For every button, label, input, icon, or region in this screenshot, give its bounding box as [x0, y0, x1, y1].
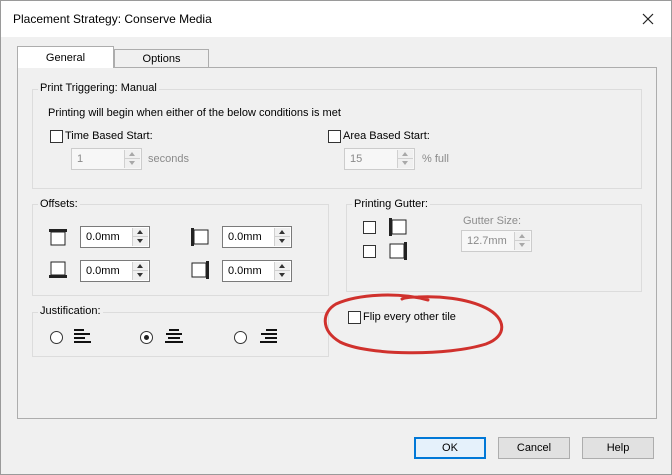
cancel-button-label: Cancel [516, 442, 552, 454]
time-based-start-label: Time Based Start: [65, 130, 153, 142]
offset-bottom-icon [49, 261, 67, 278]
right-gutter-checkbox[interactable] [363, 245, 376, 258]
gutter-size-decrement-button[interactable] [515, 241, 530, 250]
gutter-right-icon [389, 242, 407, 260]
offset-top-decrement-button[interactable] [133, 237, 148, 246]
ok-button[interactable]: OK [414, 437, 486, 459]
dialog-window: Placement Strategy: Conserve Media Gener… [0, 0, 672, 475]
offset-top-increment-button[interactable] [133, 228, 148, 237]
printing-gutter-label: Printing Gutter: [352, 198, 430, 210]
time-based-decrement-button[interactable] [125, 159, 140, 168]
justification-center-radio[interactable] [140, 331, 153, 344]
area-based-decrement-button[interactable] [398, 159, 413, 168]
offset-right-icon [191, 261, 209, 279]
offset-right-value: 0.0mm [228, 265, 262, 277]
offset-right-decrement-button[interactable] [275, 271, 290, 280]
offsets-group [32, 204, 329, 296]
time-based-start-unit: seconds [148, 153, 189, 165]
area-based-start-value: 15 [350, 153, 363, 165]
justification-right-radio[interactable] [234, 331, 247, 344]
offset-right-increment-button[interactable] [275, 262, 290, 271]
align-center-icon [165, 329, 183, 343]
offset-left-decrement-button[interactable] [275, 237, 290, 246]
tab-options[interactable]: Options [114, 49, 209, 68]
close-button[interactable] [625, 1, 671, 37]
offsets-label: Offsets: [38, 198, 80, 210]
close-icon [642, 13, 654, 25]
gutter-size-label: Gutter Size: [463, 215, 522, 227]
gutter-left-icon [389, 218, 407, 236]
align-right-icon [260, 329, 277, 343]
title-bar: Placement Strategy: Conserve Media [1, 1, 671, 37]
offset-bottom-value: 0.0mm [86, 265, 120, 277]
area-based-start-unit: % full [422, 153, 449, 165]
offset-right-stepper[interactable]: 0.0mm [222, 260, 292, 282]
time-based-start-stepper[interactable]: 1 [71, 148, 142, 170]
gutter-size-value: 12.7mm [467, 235, 507, 247]
cancel-button[interactable]: Cancel [498, 437, 570, 459]
time-based-start-value: 1 [77, 153, 84, 165]
offset-top-icon [49, 229, 67, 246]
print-triggering-label: Print Triggering: Manual [38, 82, 159, 94]
ok-button-label: OK [442, 442, 458, 454]
offset-bottom-increment-button[interactable] [133, 262, 148, 271]
offset-top-stepper[interactable]: 0.0mm [80, 226, 150, 248]
area-based-start-stepper[interactable]: 15 [344, 148, 415, 170]
tab-general-label: General [45, 51, 86, 64]
tab-general[interactable]: General [17, 46, 114, 68]
print-triggering-description: Printing will begin when either of the b… [48, 107, 341, 119]
gutter-size-increment-button[interactable] [515, 232, 530, 241]
offset-left-icon [191, 228, 209, 246]
area-based-increment-button[interactable] [398, 150, 413, 159]
offset-left-stepper[interactable]: 0.0mm [222, 226, 292, 248]
offset-top-value: 0.0mm [86, 231, 120, 243]
offset-left-increment-button[interactable] [275, 228, 290, 237]
gutter-size-stepper[interactable]: 12.7mm [461, 230, 532, 252]
area-based-start-checkbox[interactable] [328, 130, 341, 143]
annotation-circle [323, 293, 504, 355]
help-button[interactable]: Help [582, 437, 654, 459]
tab-options-label: Options [142, 52, 181, 65]
justification-left-radio[interactable] [50, 331, 63, 344]
area-based-start-label: Area Based Start: [343, 130, 430, 142]
offset-left-value: 0.0mm [228, 231, 262, 243]
justification-label: Justification: [38, 305, 103, 317]
offset-bottom-stepper[interactable]: 0.0mm [80, 260, 150, 282]
time-based-start-checkbox[interactable] [50, 130, 63, 143]
left-gutter-checkbox[interactable] [363, 221, 376, 234]
align-left-icon [74, 329, 91, 343]
tab-panel-general: Print Triggering: Manual Printing will b… [17, 67, 657, 419]
time-based-increment-button[interactable] [125, 150, 140, 159]
offset-bottom-decrement-button[interactable] [133, 271, 148, 280]
window-title: Placement Strategy: Conserve Media [13, 12, 212, 26]
help-button-label: Help [606, 442, 630, 454]
